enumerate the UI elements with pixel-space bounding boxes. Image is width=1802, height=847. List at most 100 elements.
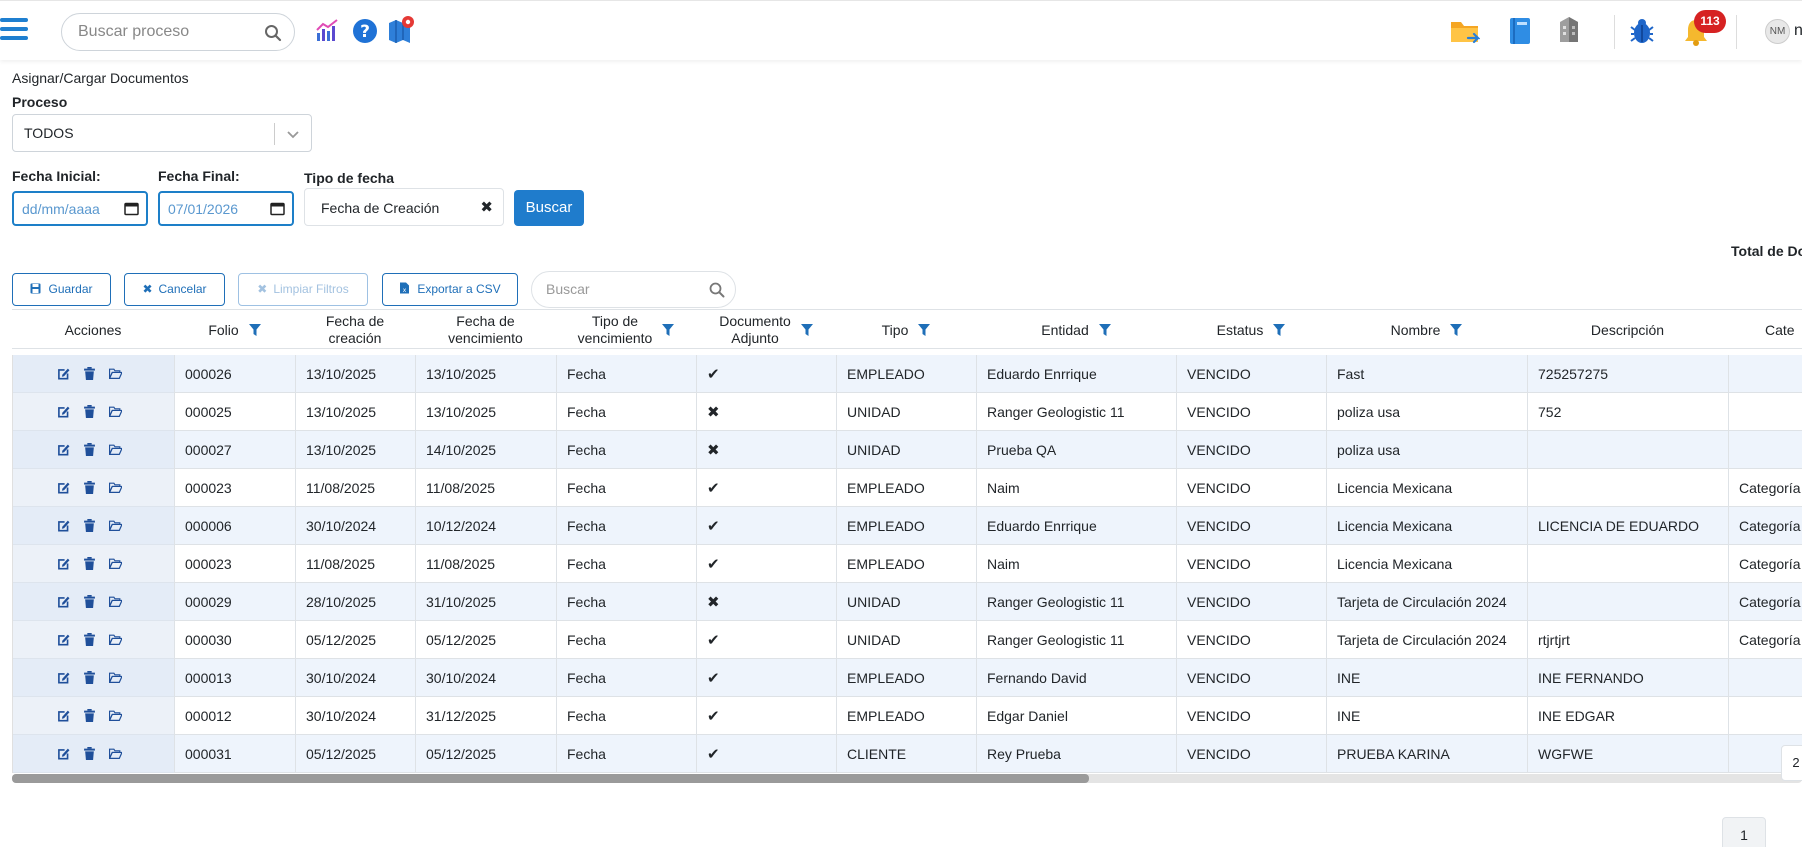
cell-nombre[interactable]: Licencia Mexicana <box>1327 507 1528 545</box>
cell-estatus[interactable]: VENCIDO <box>1177 355 1327 393</box>
cell-tipo[interactable]: EMPLEADO <box>837 697 977 735</box>
cell-fecha-vencimiento[interactable]: 05/12/2025 <box>416 735 557 773</box>
cell-tipo[interactable]: EMPLEADO <box>837 469 977 507</box>
cell-folio[interactable]: 000023 <box>175 545 296 583</box>
cell-categoria[interactable] <box>1729 355 1802 393</box>
table-row[interactable]: 000029 28/10/2025 31/10/2025 Fecha ✖ UNIDAD Ra… <box>13 583 1802 621</box>
trash-icon[interactable] <box>83 367 96 380</box>
filter-icon[interactable] <box>1450 323 1463 337</box>
cell-folio[interactable]: 000012 <box>175 697 296 735</box>
cell-nombre[interactable]: Tarjeta de Circulación 2024 <box>1327 621 1528 659</box>
cell-categoria[interactable] <box>1729 431 1802 469</box>
cell-fecha-creacion[interactable]: 11/08/2025 <box>296 545 416 583</box>
cell-documento-adjunto[interactable]: ✖ <box>697 393 837 431</box>
cell-fecha-vencimiento[interactable]: 31/12/2025 <box>416 697 557 735</box>
fecha-final-input[interactable]: 07/01/2026 <box>158 191 294 226</box>
cell-descripcion[interactable] <box>1528 431 1729 469</box>
trash-icon[interactable] <box>83 709 96 722</box>
cell-fecha-vencimiento[interactable]: 31/10/2025 <box>416 583 557 621</box>
filter-icon[interactable] <box>1273 323 1286 337</box>
cell-tipo-vencimiento[interactable]: Fecha <box>557 545 697 583</box>
cell-descripcion[interactable]: WGFWE <box>1528 735 1729 773</box>
cell-nombre[interactable]: poliza usa <box>1327 431 1528 469</box>
cell-documento-adjunto[interactable]: ✔ <box>697 621 837 659</box>
folder-open-icon[interactable] <box>109 633 122 646</box>
cell-estatus[interactable]: VENCIDO <box>1177 621 1327 659</box>
limpiar-filtros-button[interactable]: ✖ Limpiar Filtros <box>238 273 368 306</box>
exportar-csv-button[interactable]: x Exportar a CSV <box>382 273 518 306</box>
cell-fecha-vencimiento[interactable]: 30/10/2024 <box>416 659 557 697</box>
buscar-button[interactable]: Buscar <box>514 190 584 226</box>
cell-tipo-vencimiento[interactable]: Fecha <box>557 583 697 621</box>
cell-tipo-vencimiento[interactable]: Fecha <box>557 507 697 545</box>
cell-nombre[interactable]: INE <box>1327 659 1528 697</box>
proceso-select[interactable]: TODOS <box>12 114 312 152</box>
cell-fecha-vencimiento[interactable]: 11/08/2025 <box>416 545 557 583</box>
column-header-acciones[interactable]: Acciones <box>12 310 174 350</box>
cell-descripcion[interactable]: 752 <box>1528 393 1729 431</box>
edit-icon[interactable] <box>57 481 70 494</box>
folder-open-icon[interactable] <box>109 481 122 494</box>
cell-folio[interactable]: 000027 <box>175 431 296 469</box>
cell-folio[interactable]: 000023 <box>175 469 296 507</box>
cell-estatus[interactable]: VENCIDO <box>1177 583 1327 621</box>
cell-categoria[interactable] <box>1729 393 1802 431</box>
cell-fecha-vencimiento[interactable]: 14/10/2025 <box>416 431 557 469</box>
cell-documento-adjunto[interactable]: ✔ <box>697 545 837 583</box>
fecha-inicial-input[interactable]: dd/mm/aaaa <box>12 191 148 226</box>
column-header-fecha-creacion[interactable]: Fecha de creación <box>295 310 415 350</box>
cell-estatus[interactable]: VENCIDO <box>1177 393 1327 431</box>
column-header-descripcion[interactable]: Descripción <box>1527 310 1728 350</box>
process-search-input[interactable] <box>78 22 258 42</box>
column-header-folio[interactable]: Folio <box>174 310 295 350</box>
table-row[interactable]: 000027 13/10/2025 14/10/2025 Fecha ✖ UNIDAD Pr… <box>13 431 1802 469</box>
cell-descripcion[interactable]: INE FERNANDO <box>1528 659 1729 697</box>
cell-tipo[interactable]: EMPLEADO <box>837 545 977 583</box>
cell-fecha-creacion[interactable]: 05/12/2025 <box>296 735 416 773</box>
trash-icon[interactable] <box>83 443 96 456</box>
cell-tipo[interactable]: EMPLEADO <box>837 659 977 697</box>
table-row[interactable]: 000006 30/10/2024 10/12/2024 Fecha ✔ EMPLEADO… <box>13 507 1802 545</box>
cell-folio[interactable]: 000025 <box>175 393 296 431</box>
trash-icon[interactable] <box>83 405 96 418</box>
cell-estatus[interactable]: VENCIDO <box>1177 431 1327 469</box>
filter-icon[interactable] <box>918 323 931 337</box>
cell-tipo-vencimiento[interactable]: Fecha <box>557 659 697 697</box>
cell-descripcion[interactable]: rtjrtjrt <box>1528 621 1729 659</box>
cell-fecha-vencimiento[interactable]: 10/12/2024 <box>416 507 557 545</box>
cell-entidad[interactable]: Edgar Daniel <box>977 697 1177 735</box>
folder-open-icon[interactable] <box>109 747 122 760</box>
tipo-fecha-select[interactable]: Fecha de Creación ✖ <box>304 188 504 226</box>
table-row[interactable]: 000023 11/08/2025 11/08/2025 Fecha ✔ EMPLEADO… <box>13 545 1802 583</box>
cell-descripcion[interactable]: LICENCIA DE EDUARDO <box>1528 507 1729 545</box>
cell-tipo-vencimiento[interactable]: Fecha <box>557 431 697 469</box>
cell-folio[interactable]: 000013 <box>175 659 296 697</box>
table-row[interactable]: 000031 05/12/2025 05/12/2025 Fecha ✔ CLIENTE R… <box>13 735 1802 773</box>
side-tab[interactable]: 2 <box>1781 745 1802 781</box>
table-search-input[interactable] <box>546 281 696 297</box>
filter-icon[interactable] <box>1098 323 1111 337</box>
cell-entidad[interactable]: Eduardo Enrrique <box>977 355 1177 393</box>
chart-icon[interactable] <box>315 17 341 43</box>
filter-icon[interactable] <box>248 323 261 337</box>
cell-fecha-creacion[interactable]: 05/12/2025 <box>296 621 416 659</box>
folder-open-icon[interactable] <box>109 557 122 570</box>
cell-tipo[interactable]: EMPLEADO <box>837 507 977 545</box>
folder-open-icon[interactable] <box>109 367 122 380</box>
menu-icon[interactable] <box>0 18 28 42</box>
cell-entidad[interactable]: Fernando David <box>977 659 1177 697</box>
trash-icon[interactable] <box>83 633 96 646</box>
cell-tipo[interactable]: UNIDAD <box>837 393 977 431</box>
trash-icon[interactable] <box>83 671 96 684</box>
cell-nombre[interactable]: Licencia Mexicana <box>1327 469 1528 507</box>
column-header-categoria[interactable]: Cate <box>1728 310 1802 350</box>
cell-entidad[interactable]: Prueba QA <box>977 431 1177 469</box>
table-row[interactable]: 000026 13/10/2025 13/10/2025 Fecha ✔ EMPLEADO… <box>13 355 1802 393</box>
trash-icon[interactable] <box>83 481 96 494</box>
cell-categoria[interactable]: Categoría <box>1729 469 1802 507</box>
filter-icon[interactable] <box>800 323 813 337</box>
table-row[interactable]: 000013 30/10/2024 30/10/2024 Fecha ✔ EMPLEADO… <box>13 659 1802 697</box>
search-icon[interactable] <box>264 24 282 42</box>
cell-fecha-vencimiento[interactable]: 05/12/2025 <box>416 621 557 659</box>
cell-estatus[interactable]: VENCIDO <box>1177 697 1327 735</box>
